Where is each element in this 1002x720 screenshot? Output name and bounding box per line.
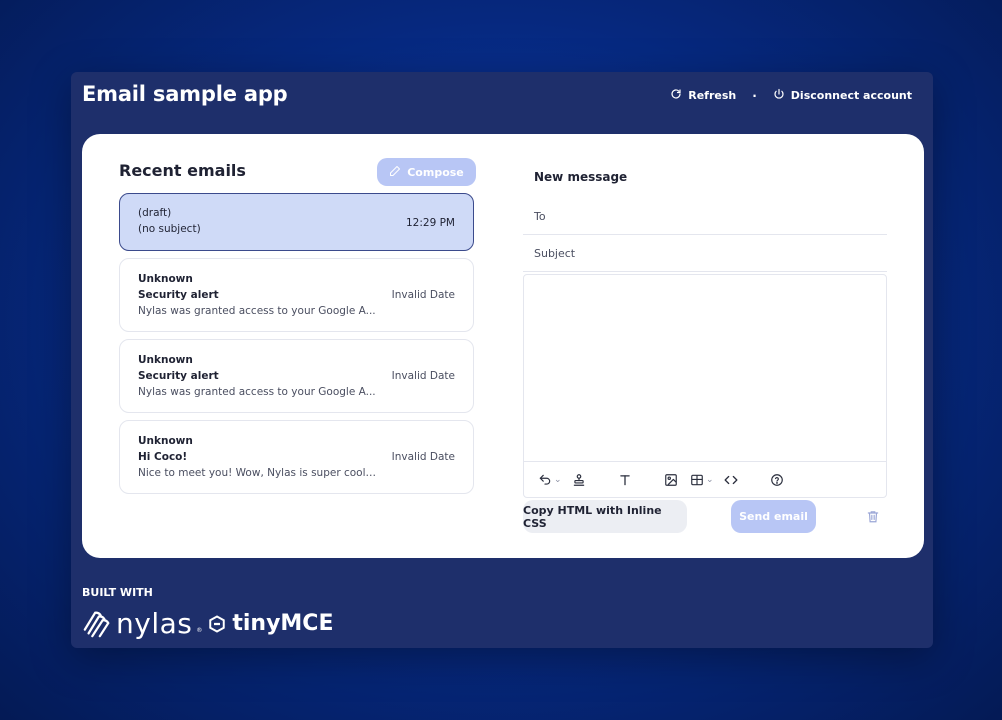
- help-icon[interactable]: [768, 471, 786, 489]
- email-date: Invalid Date: [391, 370, 455, 382]
- email-list-item[interactable]: (draft) (no subject) 12:29 PM: [119, 193, 474, 251]
- email-date: 12:29 PM: [406, 217, 455, 229]
- email-date: Invalid Date: [391, 451, 455, 463]
- email-list-item[interactable]: Unknown Security alert Nylas was granted…: [119, 339, 474, 413]
- header-separator: ·: [752, 88, 757, 103]
- image-icon[interactable]: [662, 471, 680, 489]
- table-icon[interactable]: [688, 471, 706, 489]
- email-from: Unknown: [138, 435, 193, 447]
- email-snippet: Nylas was granted access to your Google …: [138, 386, 376, 398]
- built-with-label: BUILT WITH: [82, 586, 153, 599]
- to-field[interactable]: To: [523, 198, 887, 235]
- email-from: Unknown: [138, 354, 193, 366]
- email-list-item[interactable]: Unknown Hi Coco! Nice to meet you! Wow, …: [119, 420, 474, 494]
- app-title: Email sample app: [82, 82, 288, 106]
- trash-icon[interactable]: [866, 509, 880, 524]
- stamp-icon[interactable]: [570, 471, 588, 489]
- email-list: (draft) (no subject) 12:29 PM Unknown Se…: [119, 193, 474, 501]
- message-body-editor[interactable]: ⌄ ⌄: [523, 274, 887, 498]
- copy-html-button[interactable]: Copy HTML with Inline CSS: [523, 500, 687, 533]
- undo-icon[interactable]: [536, 471, 554, 489]
- disconnect-label: Disconnect account: [790, 89, 912, 102]
- header-actions: Refresh · Disconnect account: [670, 88, 912, 103]
- code-icon[interactable]: [722, 471, 740, 489]
- main-panel: Recent emails Compose (draft) (no subjec…: [82, 134, 924, 558]
- pencil-icon: [389, 165, 401, 180]
- subject-field[interactable]: Subject: [523, 235, 887, 272]
- nylas-logo-icon: [82, 609, 112, 639]
- tinymce-brand-text: tinyMCE: [232, 611, 334, 636]
- brand-logos: nylas ® tinyMCE: [82, 607, 333, 640]
- refresh-icon: [670, 88, 682, 103]
- email-list-item[interactable]: Unknown Security alert Nylas was granted…: [119, 258, 474, 332]
- trademark-mark: ®: [196, 627, 203, 634]
- email-from: Unknown: [138, 273, 193, 285]
- email-date: Invalid Date: [391, 289, 455, 301]
- chevron-down-icon[interactable]: ⌄: [706, 475, 716, 485]
- compose-label: Compose: [407, 165, 464, 179]
- new-message-title: New message: [534, 170, 628, 184]
- app-window: Email sample app Refresh · Disconnect ac…: [71, 72, 933, 648]
- refresh-label: Refresh: [688, 89, 737, 102]
- recent-emails-title: Recent emails: [119, 161, 246, 180]
- email-snippet: Nice to meet you! Wow, Nylas is super co…: [138, 467, 378, 479]
- send-email-button[interactable]: Send email: [731, 500, 816, 533]
- editor-toolbar: ⌄ ⌄: [524, 461, 886, 497]
- compose-button[interactable]: Compose: [377, 158, 476, 186]
- power-icon: [773, 88, 785, 103]
- disconnect-account-button[interactable]: Disconnect account: [773, 88, 912, 103]
- nylas-brand-text: nylas: [116, 607, 193, 640]
- email-snippet: Nylas was granted access to your Google …: [138, 305, 376, 317]
- text-icon[interactable]: [616, 471, 634, 489]
- tinymce-logo-icon: [208, 614, 226, 633]
- chevron-down-icon[interactable]: ⌄: [554, 475, 564, 485]
- refresh-button[interactable]: Refresh: [670, 88, 736, 103]
